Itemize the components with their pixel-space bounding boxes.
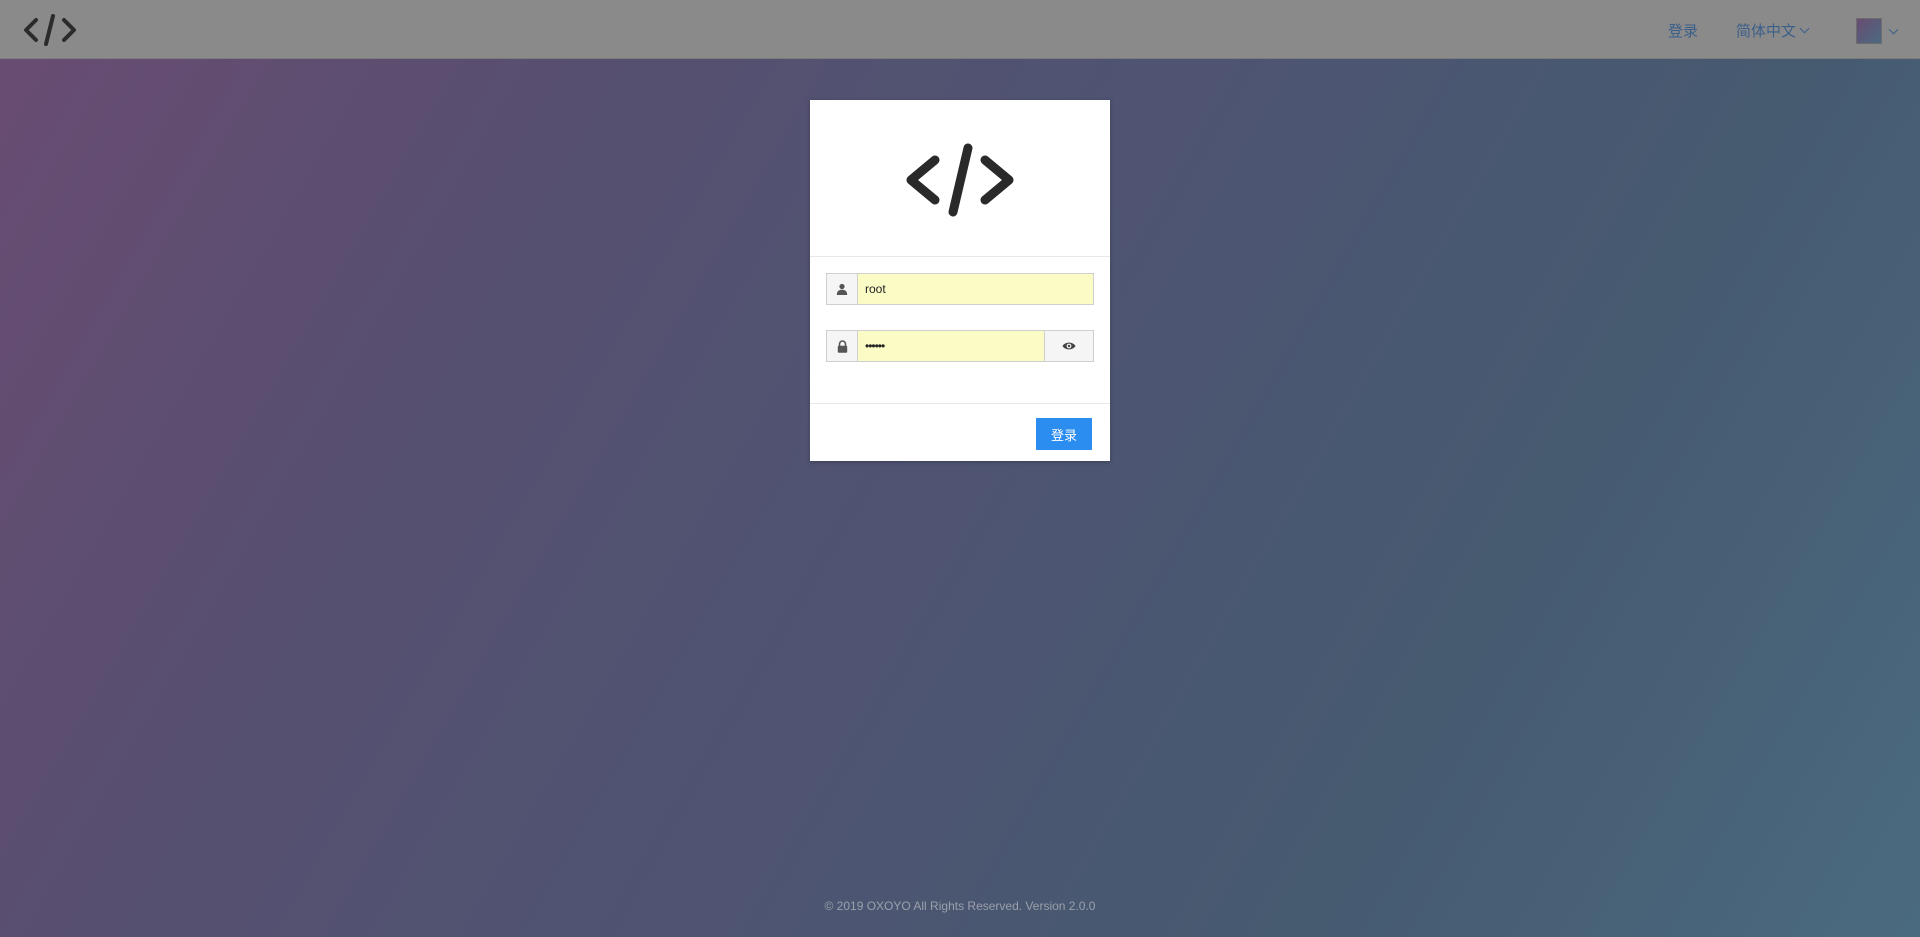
language-selector-label: 简体中文	[1736, 23, 1797, 40]
password-input[interactable]	[857, 330, 1045, 362]
password-group	[826, 330, 1094, 362]
code-brackets-icon[interactable]	[22, 12, 78, 48]
lock-icon	[826, 330, 857, 362]
avatar	[1856, 18, 1882, 44]
user-icon	[826, 273, 857, 305]
language-selector[interactable]: 简体中文	[1736, 20, 1810, 41]
login-button[interactable]: 登录	[1036, 418, 1092, 450]
nav-login-link[interactable]: 登录	[1668, 20, 1698, 41]
card-divider	[810, 403, 1110, 404]
top-navbar: 登录 简体中文	[0, 0, 1920, 59]
eye-icon[interactable]	[1045, 330, 1094, 362]
card-divider	[810, 256, 1110, 257]
login-card: 登录	[810, 100, 1110, 461]
footer-copyright: © 2019 OXOYO All Rights Reserved. Versio…	[824, 899, 1096, 913]
user-menu[interactable]	[1856, 18, 1899, 44]
chevron-down-icon	[1799, 23, 1810, 34]
chevron-down-icon	[1888, 24, 1899, 34]
username-group	[826, 273, 1094, 305]
username-input[interactable]	[857, 273, 1094, 305]
code-brackets-icon	[906, 143, 1014, 217]
